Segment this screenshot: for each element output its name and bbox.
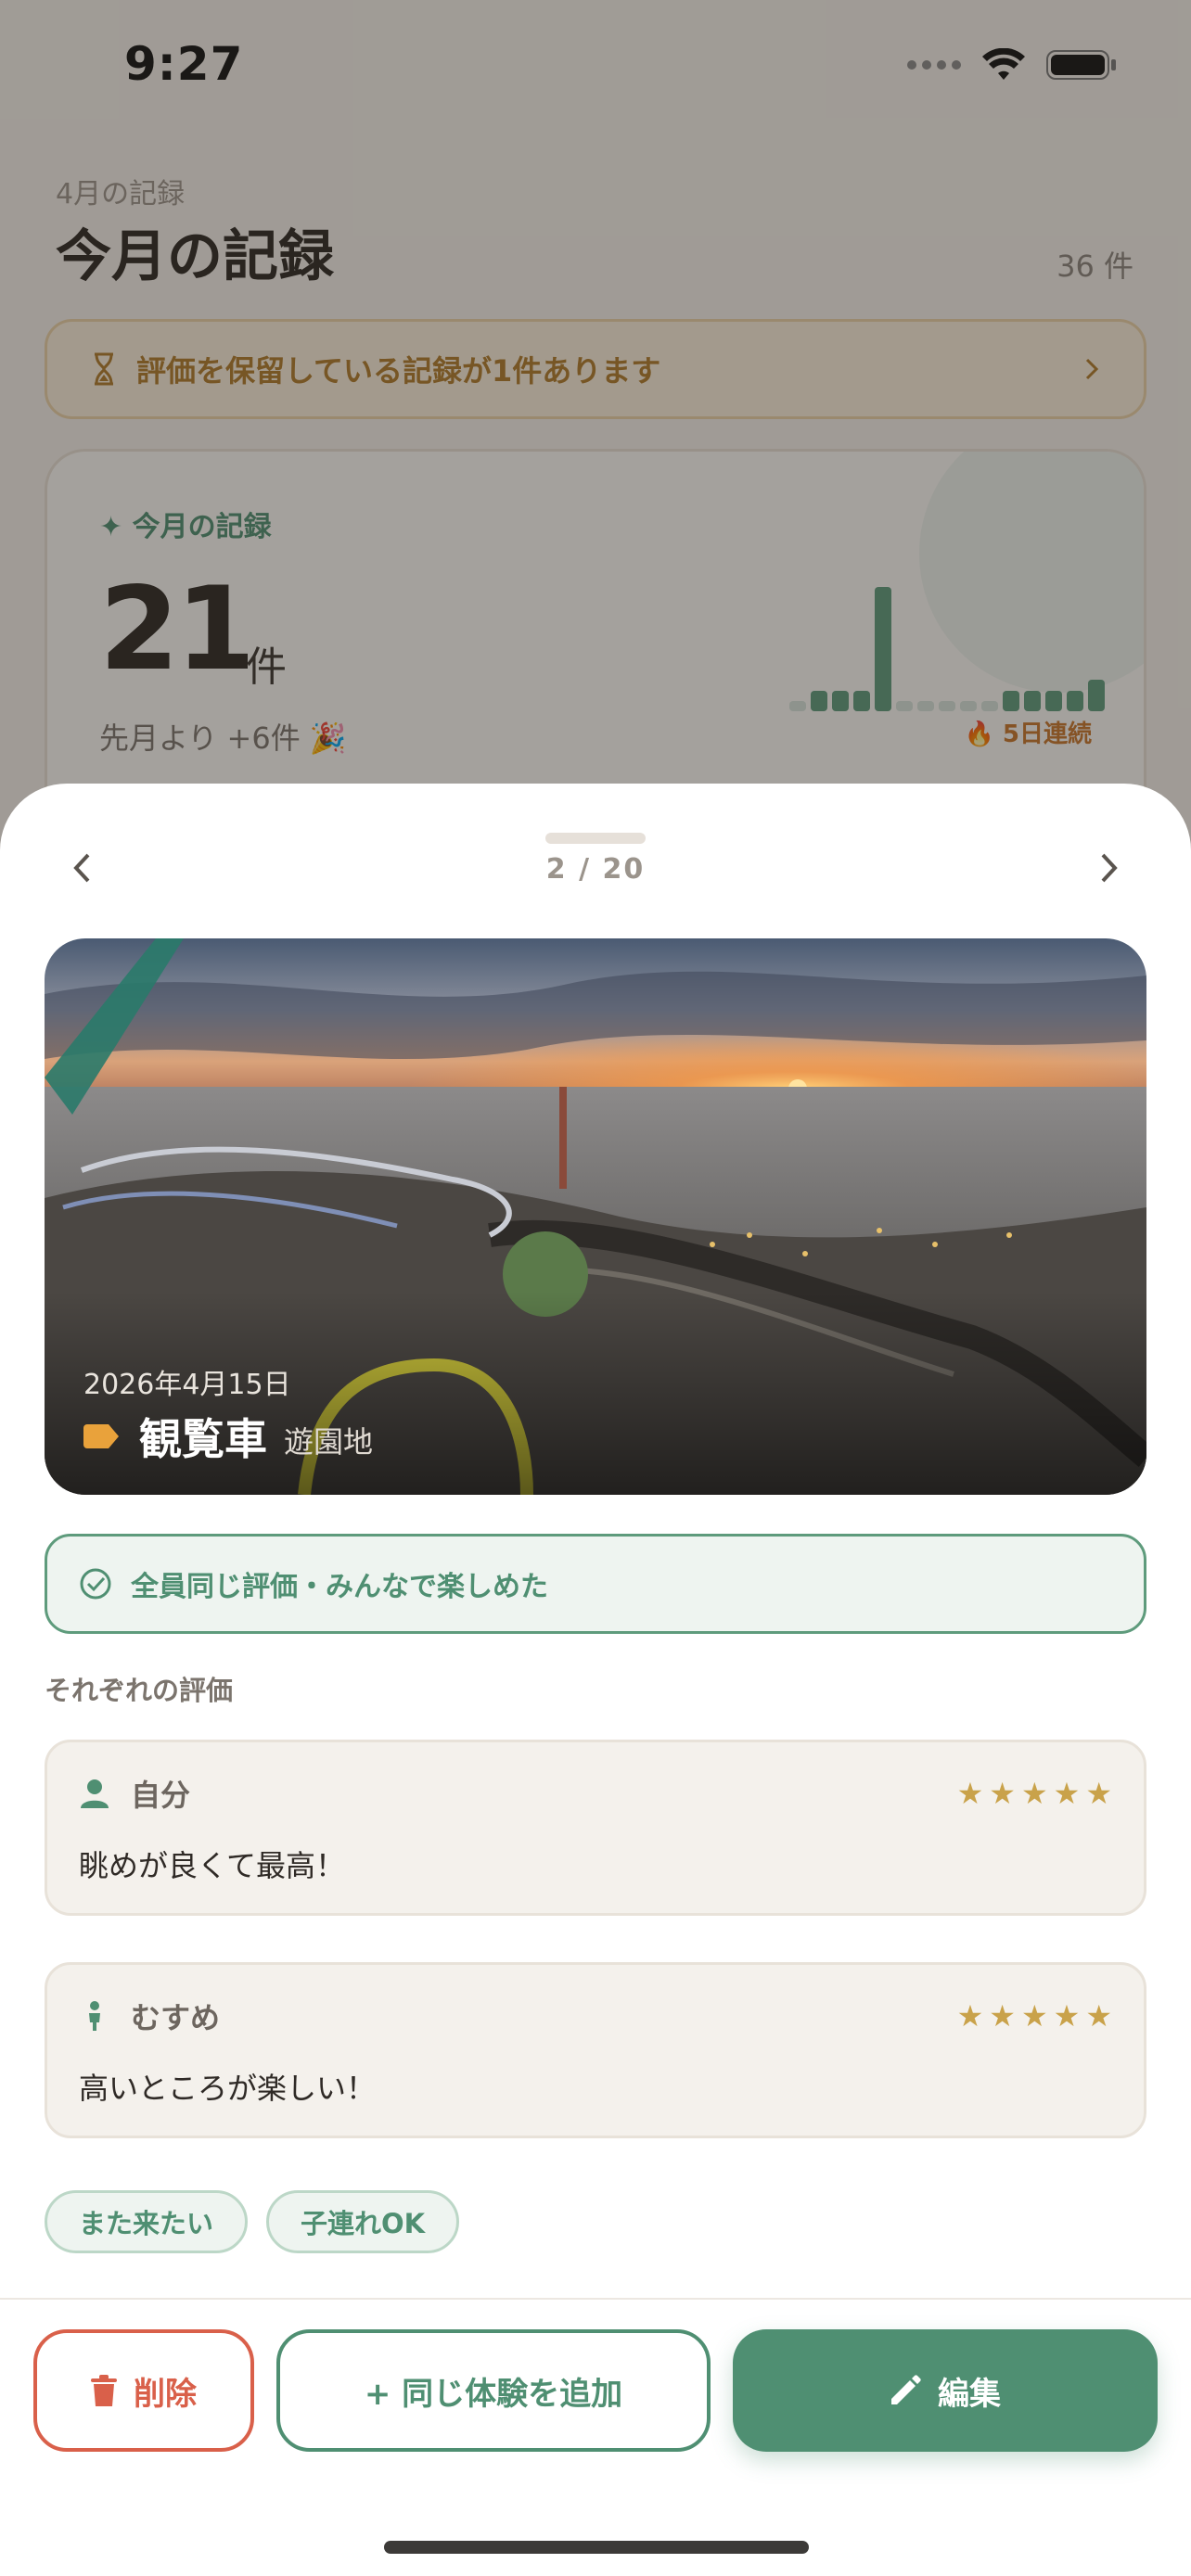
- reviewer-name: むすめ: [131, 2000, 221, 2035]
- edit-button[interactable]: 編集: [733, 2329, 1158, 2452]
- add-same-experience-button[interactable]: + 同じ体験を追加: [276, 2329, 711, 2452]
- reviewer-header: 自分: [79, 1772, 190, 1815]
- chevron-right-icon: [1101, 853, 1118, 883]
- star-icon: ★: [1053, 1776, 1081, 1811]
- star-icon: ★: [989, 1998, 1016, 2034]
- record-category: 遊園地: [284, 1424, 374, 1460]
- reviewer-header: むすめ: [79, 1995, 220, 2037]
- star-rating: ★ ★ ★ ★ ★: [957, 1998, 1112, 2034]
- star-icon: ★: [956, 1776, 984, 1811]
- star-icon: ★: [989, 1776, 1016, 1811]
- check-circle-icon: [80, 1568, 111, 1600]
- record-date: 2026年4月15日: [83, 1369, 291, 1401]
- review-comment: 眺めが良くて最高！: [79, 1848, 346, 1883]
- star-icon: ★: [1053, 1998, 1081, 2034]
- record-photo[interactable]: 2026年4月15日 観覧車 遊園地: [45, 938, 1146, 1495]
- add-same-label: + 同じ体験を追加: [364, 2375, 623, 2413]
- record-title: 観覧車: [139, 1414, 267, 1464]
- edit-label: 編集: [938, 2375, 1001, 2413]
- chevron-left-icon: [73, 853, 90, 883]
- previous-record-button[interactable]: [45, 831, 119, 905]
- sheet-grabber[interactable]: [545, 833, 646, 844]
- review-card-daughter: むすめ ★ ★ ★ ★ ★ 高いところが楽しい！: [45, 1962, 1146, 2138]
- record-title-row: 観覧車 遊園地: [83, 1406, 373, 1467]
- tag-chips: また来たい 子連れOK: [45, 2190, 460, 2253]
- page-indicator: 2 / 20: [545, 853, 646, 886]
- home-indicator[interactable]: [384, 2541, 809, 2554]
- person-icon: [81, 1779, 109, 1808]
- agreement-banner: 全員同じ評価・みんなで楽しめた: [45, 1534, 1146, 1634]
- agreement-text: 全員同じ評価・みんなで楽しめた: [131, 1571, 548, 1603]
- child-icon: [89, 2001, 100, 2031]
- delete-label: 削除: [134, 2375, 197, 2413]
- pencil-icon: [891, 2375, 921, 2404]
- star-icon: ★: [1020, 1776, 1048, 1811]
- tag-chip[interactable]: 子連れOK: [266, 2190, 460, 2253]
- review-comment: 高いところが楽しい！: [79, 2071, 377, 2106]
- star-icon: ★: [956, 1998, 984, 2034]
- delete-button[interactable]: 削除: [33, 2329, 254, 2452]
- trash-icon: [91, 2375, 117, 2406]
- star-icon: ★: [1020, 1998, 1048, 2034]
- reviewer-name: 自分: [131, 1778, 191, 1813]
- star-icon: ★: [1085, 1998, 1112, 2034]
- tag-icon: [83, 1424, 119, 1448]
- star-rating: ★ ★ ★ ★ ★: [957, 1776, 1112, 1811]
- tag-chip[interactable]: また来たい: [45, 2190, 249, 2253]
- action-bar-divider: [0, 2298, 1191, 2300]
- next-record-button[interactable]: [1072, 831, 1146, 905]
- star-icon: ★: [1085, 1776, 1112, 1811]
- reviews-section-title: それぞれの評価: [45, 1675, 234, 1706]
- review-card-self: 自分 ★ ★ ★ ★ ★ 眺めが良くて最高！: [45, 1740, 1146, 1916]
